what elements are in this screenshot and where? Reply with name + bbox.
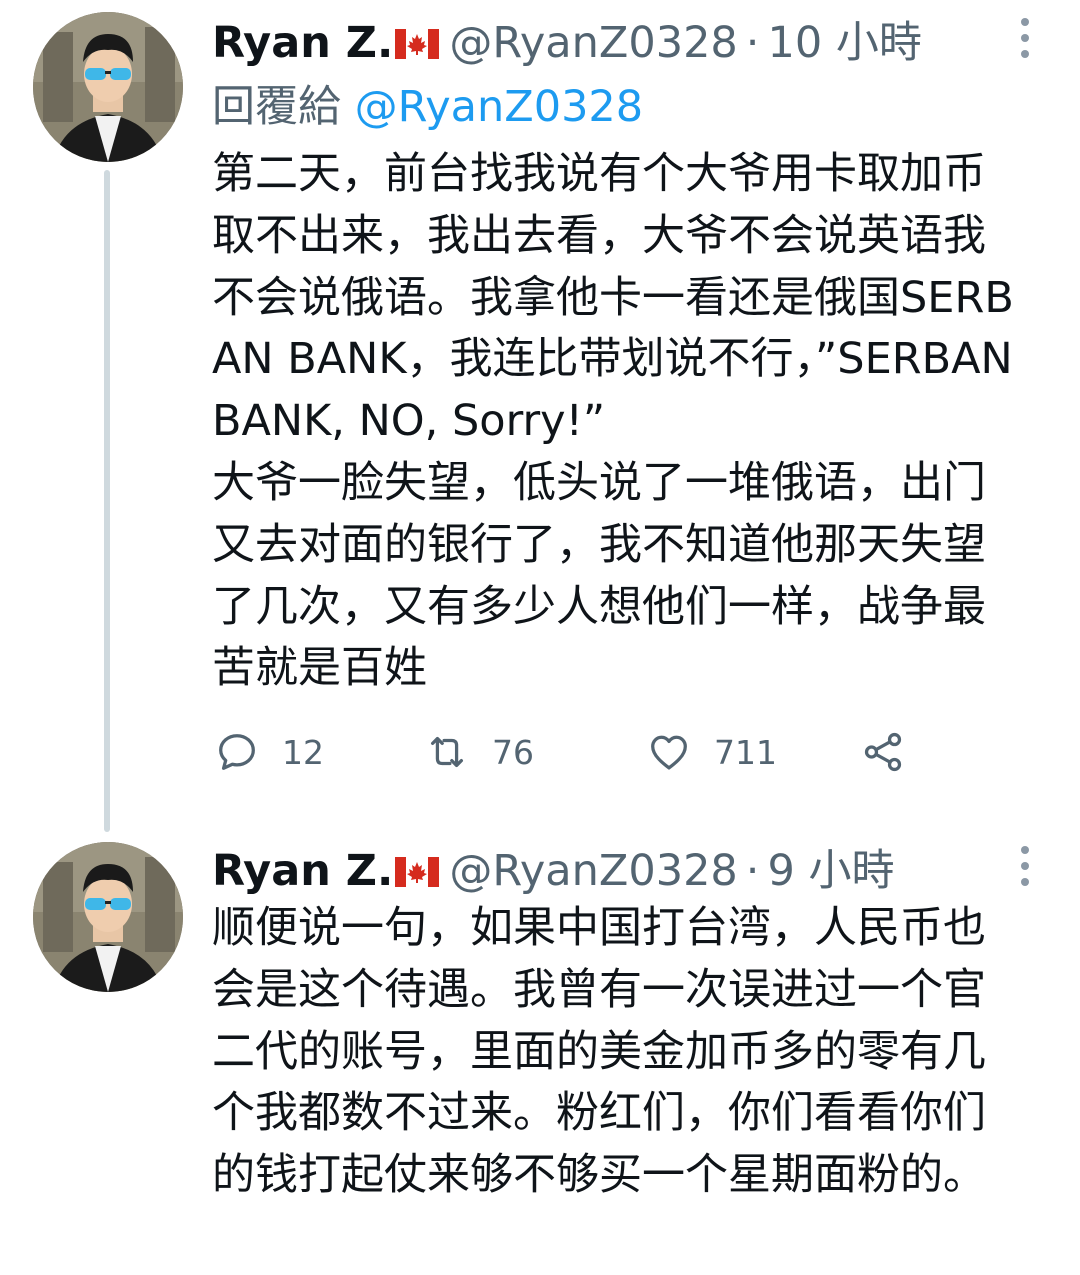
reply-context: 回覆給 @RyanZ0328 xyxy=(212,76,643,138)
reply-count: 12 xyxy=(282,732,324,772)
share-button[interactable] xyxy=(860,722,906,782)
separator-dot: · xyxy=(745,18,760,68)
like-button[interactable]: 711 xyxy=(646,722,777,782)
retweet-button[interactable]: 76 xyxy=(424,722,534,782)
timestamp[interactable]: 9 小時 xyxy=(767,840,894,902)
retweet-count: 76 xyxy=(492,732,534,772)
tweet-header: Ryan Z. @RyanZ0328 · 9 小時 xyxy=(212,840,1012,902)
share-icon xyxy=(864,732,902,772)
thread-connector-line xyxy=(104,170,110,832)
reply-button[interactable]: 12 xyxy=(214,722,324,782)
reply-icon xyxy=(219,734,255,770)
tweet-actions: 12 76 711 xyxy=(212,722,932,782)
heart-icon xyxy=(651,735,687,770)
author-handle[interactable]: @RyanZ0328 xyxy=(449,840,737,902)
tweet-text: 顺便说一句，如果中国打台湾，人民币也会是这个待遇。我曾有一次误进过一个官二代的账… xyxy=(212,903,986,1201)
more-options-icon[interactable] xyxy=(1016,18,1034,58)
canada-flag-icon xyxy=(395,29,440,59)
more-options-icon[interactable] xyxy=(1016,846,1034,886)
reply-prefix: 回覆給 xyxy=(212,82,341,132)
separator-dot: · xyxy=(745,846,760,896)
author-name[interactable]: Ryan Z. xyxy=(212,840,393,902)
tweet-text: 第二天，前台找我说有个大爷用卡取加币取不出来，我出去看，大爷不会说英语我不会说俄… xyxy=(212,149,1014,694)
avatar-photo xyxy=(33,842,183,992)
retweet-icon xyxy=(430,736,464,768)
avatar-photo xyxy=(33,12,183,162)
author-name[interactable]: Ryan Z. xyxy=(212,12,393,74)
timestamp[interactable]: 10 小時 xyxy=(767,12,921,74)
avatar[interactable] xyxy=(33,12,183,162)
reply-mention-link[interactable]: @RyanZ0328 xyxy=(355,82,643,132)
tweet-header: Ryan Z. @RyanZ0328 · 10 小時 xyxy=(212,12,1012,74)
avatar[interactable] xyxy=(33,842,183,992)
author-handle[interactable]: @RyanZ0328 xyxy=(449,12,737,74)
like-count: 711 xyxy=(714,732,777,772)
canada-flag-icon xyxy=(395,857,440,887)
